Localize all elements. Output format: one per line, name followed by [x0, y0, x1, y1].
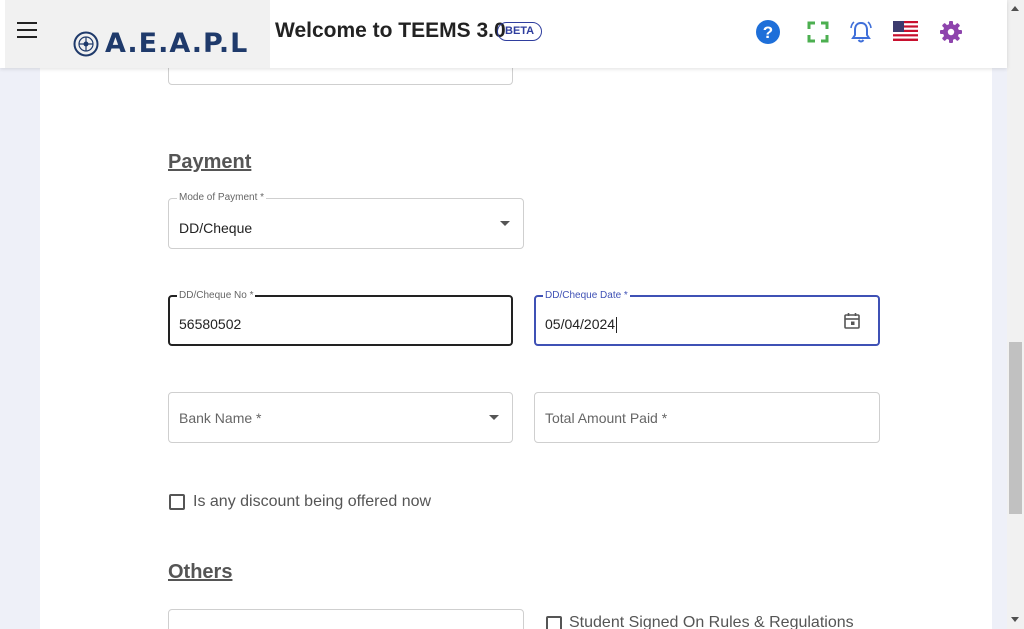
help-icon[interactable]: ?: [755, 19, 781, 45]
notification-bell-icon[interactable]: [848, 19, 874, 45]
cheque-number-input[interactable]: DD/Cheque No * 56580502: [168, 290, 513, 346]
scroll-up-arrow-icon[interactable]: [1011, 6, 1019, 11]
total-amount-input[interactable]: Total Amount Paid *: [534, 392, 880, 443]
app-header: A.E.A.P.L Welcome to TEEMS 3.0 BETA ?: [0, 0, 1007, 68]
page-title: Welcome to TEEMS 3.0: [275, 19, 506, 42]
discount-label: Is any discount being offered now: [193, 493, 432, 510]
chevron-down-icon: [500, 221, 510, 226]
mode-of-payment-label: Mode of Payment *: [177, 192, 267, 203]
cheque-number-label: DD/Cheque No *: [177, 290, 256, 301]
student-signed-label: Student Signed On Rules & Regulations: [569, 614, 854, 629]
settings-gear-icon[interactable]: [938, 19, 964, 45]
cheque-date-label: DD/Cheque Date *: [543, 290, 630, 301]
bank-name-placeholder: Bank Name *: [179, 410, 262, 426]
menu-icon[interactable]: [17, 22, 37, 38]
form-card: Payment Mode of Payment * DD/Cheque DD/C…: [40, 0, 992, 629]
page-scrollbar[interactable]: [1007, 0, 1024, 629]
mode-of-payment-select[interactable]: Mode of Payment * DD/Cheque: [168, 192, 524, 249]
calendar-icon[interactable]: [843, 312, 861, 330]
logo-text: A.E.A.P.L: [105, 28, 249, 59]
others-field[interactable]: [168, 609, 524, 629]
student-signed-checkbox[interactable]: [546, 616, 562, 629]
logo-emblem-icon: [73, 31, 99, 57]
cheque-date-input[interactable]: DD/Cheque Date * 05/04/2024: [534, 290, 880, 346]
discount-checkbox[interactable]: [169, 494, 185, 510]
svg-text:?: ?: [763, 23, 773, 42]
chevron-down-icon: [489, 415, 499, 420]
cheque-number-value: 56580502: [179, 316, 242, 332]
mode-of-payment-value: DD/Cheque: [179, 220, 253, 236]
scroll-down-arrow-icon[interactable]: [1011, 617, 1019, 622]
fullscreen-icon[interactable]: [805, 19, 831, 45]
scrollbar-thumb[interactable]: [1009, 342, 1022, 514]
cheque-date-value: 05/04/2024: [545, 316, 618, 334]
total-amount-placeholder: Total Amount Paid *: [545, 410, 668, 426]
bank-name-select[interactable]: Bank Name *: [168, 392, 513, 443]
payment-section-title: Payment: [168, 151, 252, 173]
logo-area: A.E.A.P.L: [5, 0, 270, 68]
us-flag-icon[interactable]: [893, 21, 918, 41]
others-section-title: Others: [168, 561, 233, 583]
beta-badge: BETA: [497, 22, 543, 41]
